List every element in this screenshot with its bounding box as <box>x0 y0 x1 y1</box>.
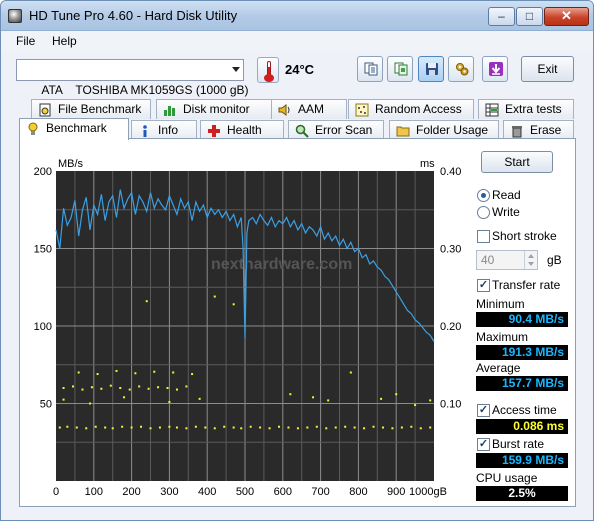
burst-rate-label: Burst rate <box>492 437 545 451</box>
start-button[interactable]: Start <box>481 151 553 173</box>
chevron-up-icon <box>528 254 534 258</box>
tab-health[interactable]: Health <box>200 120 284 140</box>
tab-aam[interactable]: AAM <box>271 99 347 119</box>
disk-app-icon <box>8 9 22 23</box>
tab-random-access[interactable]: Random Access <box>348 99 474 119</box>
write-radio[interactable] <box>477 206 490 219</box>
stepper-buttons[interactable] <box>524 251 537 269</box>
transfer-rate-label: Transfer rate <box>492 278 561 292</box>
menu-bar: File Help <box>1 31 593 51</box>
cpu-usage-label: CPU usage <box>476 471 538 485</box>
cpu-usage-value: 2.5% <box>476 486 568 501</box>
toolbar: ATA TOSHIBA MK1059GS (1000 gB) 24°C Exit <box>1 51 593 97</box>
short-stroke-checkbox[interactable] <box>477 230 490 243</box>
stopwatch-file-icon <box>39 103 51 117</box>
tab-error-scan[interactable]: Error Scan <box>288 120 384 140</box>
options-button[interactable] <box>448 56 474 82</box>
tab-benchmark[interactable]: Benchmark <box>19 118 129 140</box>
tab-file-benchmark[interactable]: File Benchmark <box>31 99 151 119</box>
access-time-checkbox[interactable]: ✓ <box>477 404 490 417</box>
burst-rate-value: 159.9 MB/s <box>476 453 568 468</box>
drive-select-value: ATA TOSHIBA MK1059GS (1000 gB) <box>41 83 249 97</box>
temperature-readout: 24°C <box>285 62 315 77</box>
exit-button[interactable]: Exit <box>521 56 574 82</box>
screenshot-button[interactable] <box>482 56 508 82</box>
chevron-down-icon <box>232 67 240 72</box>
maximum-value: 191.3 MB/s <box>476 345 568 360</box>
download-arrow-icon <box>489 62 503 76</box>
floppy-disk-icon <box>426 63 438 75</box>
minimize-button[interactable]: – <box>488 7 515 26</box>
trash-icon <box>512 126 522 138</box>
gear-icon <box>456 63 469 76</box>
scatter-grid-icon <box>355 103 369 117</box>
access-time-value: 0.086 ms <box>476 419 568 434</box>
maximum-label: Maximum <box>476 330 529 344</box>
copy-all-icon <box>394 62 408 76</box>
tab-erase[interactable]: Erase <box>503 120 574 140</box>
write-radio-label: Write <box>492 205 520 219</box>
menu-help[interactable]: Help <box>52 34 77 48</box>
tab-extra-tests[interactable]: Extra tests <box>478 99 574 119</box>
close-button[interactable]: ✕ <box>544 7 589 26</box>
copy-icon <box>364 62 378 76</box>
read-radio[interactable] <box>477 189 490 202</box>
tab-folder-usage[interactable]: Folder Usage <box>389 120 499 140</box>
tab-info[interactable]: Info <box>131 120 197 140</box>
short-stroke-stepper[interactable]: 40 <box>476 250 538 270</box>
info-icon <box>143 125 147 137</box>
bar-chart-icon <box>164 106 175 116</box>
speaker-icon <box>278 104 290 116</box>
tab-disk-monitor[interactable]: Disk monitor <box>156 99 272 119</box>
transfer-rate-checkbox[interactable]: ✓ <box>477 279 490 292</box>
copy-info-button[interactable] <box>357 56 383 82</box>
chevron-down-icon <box>528 262 534 266</box>
app-window: HD Tune Pro 4.60 - Hard Disk Utility – □… <box>0 0 594 521</box>
grid-table-icon <box>485 103 499 117</box>
magnifier-icon <box>295 124 309 138</box>
red-cross-icon <box>208 125 220 137</box>
minimum-label: Minimum <box>476 297 525 311</box>
average-label: Average <box>476 361 521 375</box>
average-value: 157.7 MB/s <box>476 376 568 391</box>
short-stroke-unit: gB <box>547 253 562 267</box>
lightbulb-icon <box>28 122 38 135</box>
drive-select[interactable]: ATA TOSHIBA MK1059GS (1000 gB) <box>16 59 249 97</box>
read-radio-label: Read <box>492 188 521 202</box>
save-button[interactable] <box>418 56 444 82</box>
maximize-button[interactable]: □ <box>516 7 543 26</box>
window-title: HD Tune Pro 4.60 - Hard Disk Utility <box>29 8 238 23</box>
menu-file[interactable]: File <box>16 34 35 48</box>
temperature-button[interactable] <box>257 57 279 83</box>
access-time-label: Access time <box>492 403 557 417</box>
short-stroke-value: 40 <box>481 253 495 267</box>
copy-all-button[interactable] <box>387 56 413 82</box>
title-bar[interactable]: HD Tune Pro 4.60 - Hard Disk Utility – □… <box>1 1 593 31</box>
short-stroke-label: Short stroke <box>492 229 557 243</box>
minimum-value: 90.4 MB/s <box>476 312 568 327</box>
thermometer-bulb <box>264 74 274 82</box>
folder-icon <box>396 126 410 137</box>
burst-rate-checkbox[interactable]: ✓ <box>477 438 490 451</box>
